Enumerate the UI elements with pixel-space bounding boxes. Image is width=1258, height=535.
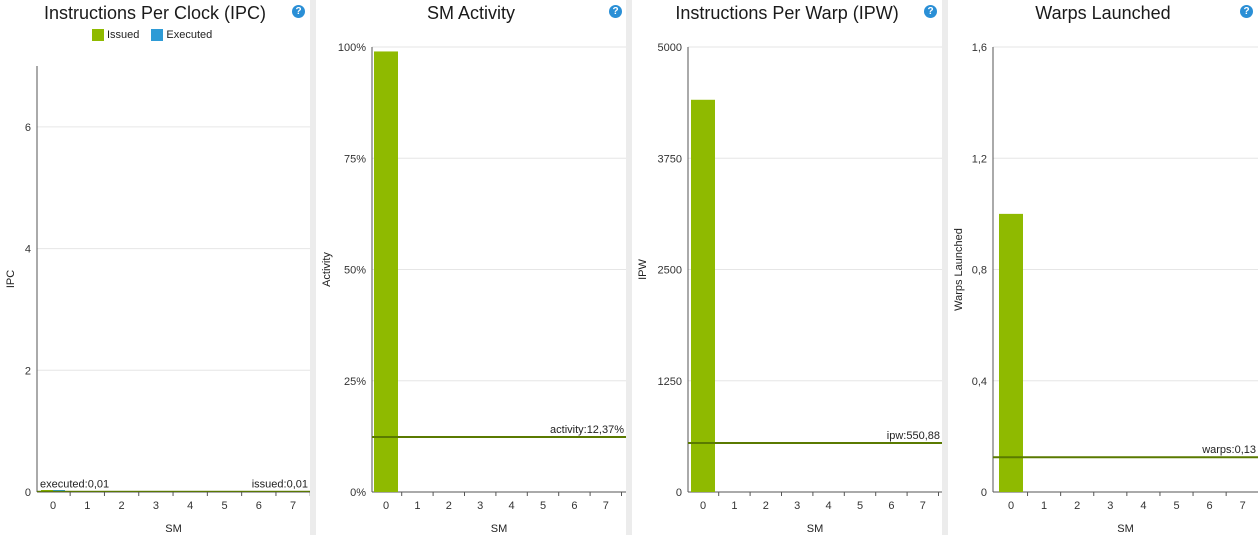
y-tick-label: 2500 [658, 265, 682, 277]
x-tick-label: 5 [540, 500, 546, 512]
y-tick-label: 1,2 [972, 153, 987, 165]
average-line-label: issued:0,01 [252, 478, 308, 490]
x-axis-label: SM [807, 523, 824, 535]
y-tick-label: 1250 [658, 376, 682, 388]
x-tick-label: 6 [1207, 500, 1213, 512]
y-tick-label: 50% [344, 265, 366, 277]
x-tick-label: 0 [1008, 500, 1014, 512]
x-tick-label: 4 [826, 500, 832, 512]
x-tick-label: 1 [414, 500, 420, 512]
x-axis-label: SM [491, 523, 508, 535]
x-tick-label: 3 [477, 500, 483, 512]
x-tick-label: 0 [50, 500, 56, 512]
y-tick-label: 3750 [658, 153, 682, 165]
y-tick-label: 5000 [658, 42, 682, 54]
x-tick-label: 5 [857, 500, 863, 512]
ipw-plot: 0 1250 2500 3750 5000 IPW 0 1 2 3 4 5 6 7 SM ipw:550,88 [637, 42, 942, 535]
x-tick-label: 3 [1107, 500, 1113, 512]
x-tick-label: 2 [763, 500, 769, 512]
y-tick-label: 0,4 [972, 376, 987, 388]
bar [691, 99, 715, 492]
x-tick-label: 7 [603, 500, 609, 512]
warps-launched-chart-panel: Warps Launched ? 0 0,4 0,8 1,2 1,6 Warps Laun… [948, 0, 1258, 535]
y-tick-label: 1,6 [972, 42, 987, 54]
x-tick-label: 6 [571, 500, 577, 512]
bar [999, 213, 1023, 492]
y-axis-label: Activity [321, 252, 333, 287]
x-tick-label: 1 [84, 500, 90, 512]
y-tick-label: 0,8 [972, 265, 987, 277]
average-line-label: activity:12,37% [550, 424, 624, 436]
x-tick-label: 4 [1140, 500, 1146, 512]
y-tick-label: 4 [25, 244, 31, 256]
y-tick-label: 0 [981, 487, 987, 499]
y-tick-label: 25% [344, 376, 366, 388]
x-tick-label: 4 [509, 500, 515, 512]
x-tick-label: 2 [1074, 500, 1080, 512]
x-tick-label: 5 [1173, 500, 1179, 512]
average-line-label: warps:0,13 [1201, 444, 1256, 456]
y-tick-label: 0 [676, 487, 682, 499]
y-tick-label: 6 [25, 122, 31, 134]
y-tick-label: 2 [25, 365, 31, 377]
average-line-label: executed:0,01 [40, 478, 109, 490]
y-axis-label: Warps Launched [953, 228, 965, 311]
x-tick-label: 7 [1240, 500, 1246, 512]
x-tick-label: 3 [794, 500, 800, 512]
y-tick-label: 0 [25, 487, 31, 499]
average-line-label: ipw:550,88 [887, 430, 940, 442]
sm-activity-chart-panel: SM Activity ? 0% 25% 50% 75% 100% Activity 0 1 2… [316, 0, 626, 535]
y-axis-label: IPW [637, 258, 649, 279]
x-tick-label: 7 [920, 500, 926, 512]
x-tick-label: 1 [1041, 500, 1047, 512]
warps-launched-plot: 0 0,4 0,8 1,2 1,6 Warps Launched 0 1 2 3 4 5 6 7 SM war… [953, 42, 1258, 535]
y-tick-label: 100% [338, 42, 366, 54]
x-tick-label: 6 [888, 500, 894, 512]
x-tick-label: 0 [700, 500, 706, 512]
x-tick-label: 2 [119, 500, 125, 512]
x-axis-label: SM [165, 523, 182, 535]
x-tick-label: 7 [290, 500, 296, 512]
x-tick-label: 1 [731, 500, 737, 512]
ipw-chart-panel: Instructions Per Warp (IPW) ? 0 1250 2500 3… [632, 0, 942, 535]
ipc-plot: 0 2 4 6 IPC 0 1 2 3 4 5 6 7 SM executed:0,01 issued:0,0… [5, 66, 310, 535]
ipc-chart-panel: Instructions Per Clock (IPC) ? Issued Ex… [0, 0, 310, 535]
y-axis-label: IPC [5, 270, 17, 288]
x-tick-label: 2 [446, 500, 452, 512]
x-tick-label: 0 [383, 500, 389, 512]
y-tick-label: 75% [344, 153, 366, 165]
x-tick-label: 3 [153, 500, 159, 512]
sm-activity-plot: 0% 25% 50% 75% 100% Activity 0 1 2 3 4 5 6 7 SM activit… [321, 42, 626, 535]
x-tick-label: 6 [256, 500, 262, 512]
bar [374, 51, 398, 492]
y-tick-label: 0% [350, 487, 366, 499]
x-tick-label: 4 [187, 500, 193, 512]
x-tick-label: 5 [221, 500, 227, 512]
x-axis-label: SM [1117, 523, 1134, 535]
